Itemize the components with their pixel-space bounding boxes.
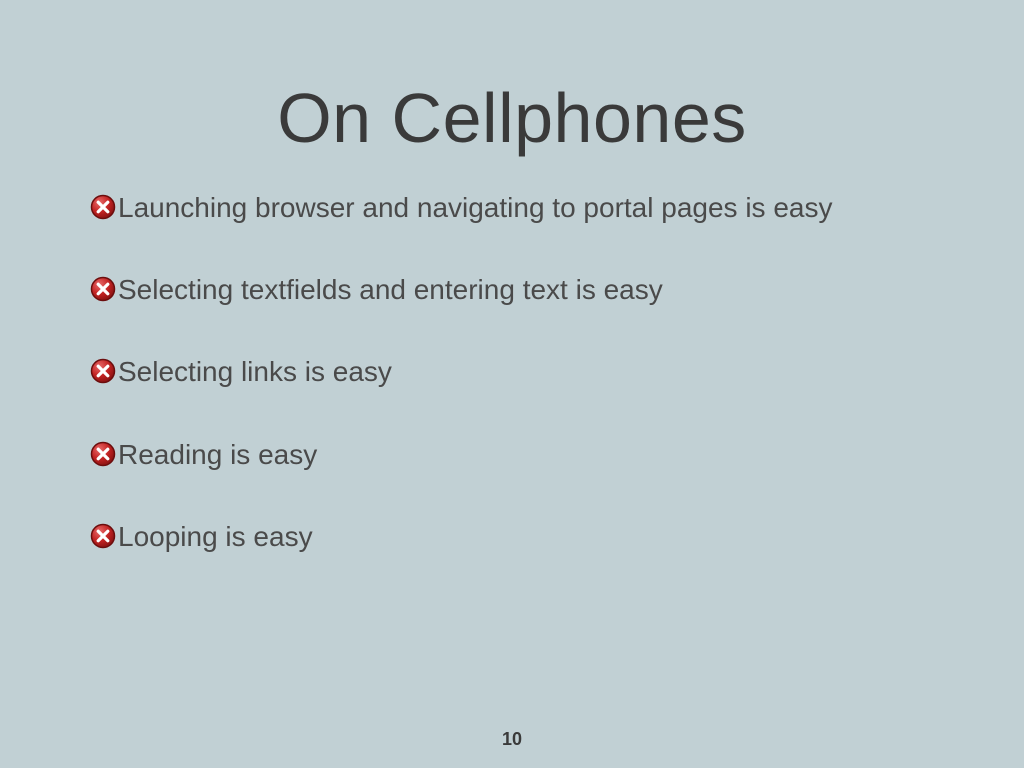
- bullet-text: Reading is easy: [118, 439, 317, 471]
- slide-title: On Cellphones: [0, 78, 1024, 158]
- bullet-text: Selecting textfields and entering text i…: [118, 274, 663, 306]
- bullet-text: Launching browser and navigating to port…: [118, 192, 832, 224]
- bullet-list: Launching browser and navigating to port…: [90, 192, 964, 603]
- list-item: Selecting links is easy: [90, 356, 964, 388]
- list-item: Launching browser and navigating to port…: [90, 192, 964, 224]
- bullet-text: Selecting links is easy: [118, 356, 392, 388]
- bullet-text: Looping is easy: [118, 521, 313, 553]
- page-number: 10: [0, 729, 1024, 750]
- list-item: Selecting textfields and entering text i…: [90, 274, 964, 306]
- cross-circle-icon: [90, 358, 116, 384]
- list-item: Looping is easy: [90, 521, 964, 553]
- cross-circle-icon: [90, 441, 116, 467]
- list-item: Reading is easy: [90, 439, 964, 471]
- cross-circle-icon: [90, 194, 116, 220]
- cross-circle-icon: [90, 276, 116, 302]
- slide: On Cellphones Launching browser and n: [0, 0, 1024, 768]
- cross-circle-icon: [90, 523, 116, 549]
